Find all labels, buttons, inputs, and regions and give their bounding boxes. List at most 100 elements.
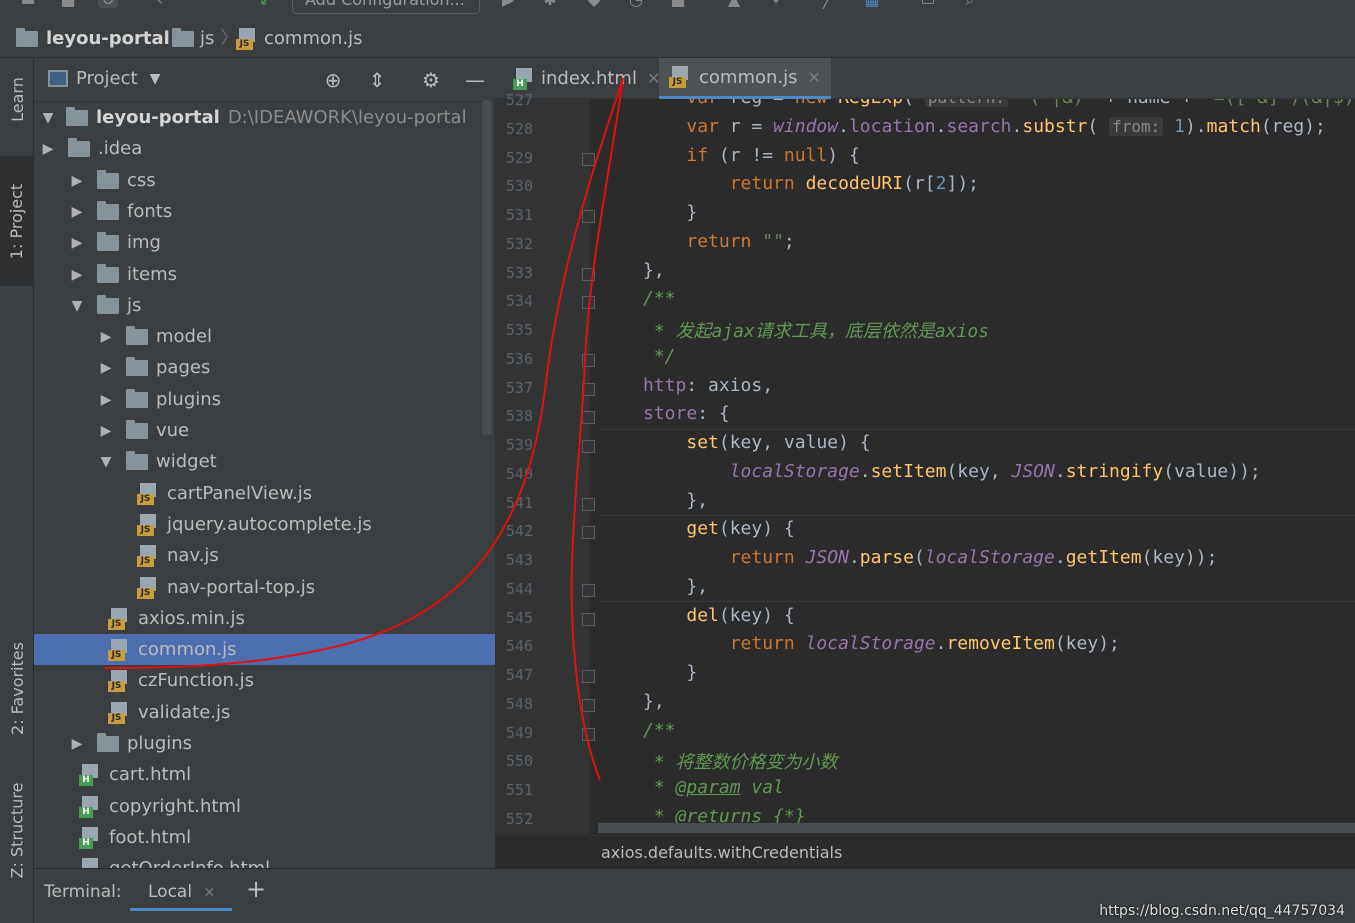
collapse-all-icon[interactable]: ⇕ xyxy=(364,67,390,93)
code-breadcrumb[interactable]: axios.defaults.withCredentials xyxy=(601,843,842,862)
tree-item-js[interactable]: JS common.js xyxy=(34,634,495,665)
expand-arrow-icon[interactable]: ▶ xyxy=(98,360,114,376)
expand-arrow-icon[interactable]: ▼ xyxy=(40,110,56,126)
expand-arrow-icon[interactable]: ▶ xyxy=(69,267,85,283)
breadcrumb-file[interactable]: JS common.js xyxy=(236,20,363,58)
tree-root-path: D:\IDEAWORK\leyou-portal xyxy=(227,107,467,128)
tree-item-minjs[interactable]: JS axios.min.js xyxy=(34,603,495,634)
tree-item-html[interactable]: Hcart.html xyxy=(34,759,495,790)
expand-arrow-icon[interactable]: ▶ xyxy=(98,392,114,408)
tree-item-folder[interactable]: ▶ plugins xyxy=(34,384,495,415)
debug-icon[interactable]: ✱ xyxy=(540,0,560,8)
tree-item-js[interactable]: JS nav-portal-top.js xyxy=(34,572,495,603)
tree-item-folder[interactable]: ▶ img xyxy=(34,227,495,258)
code-line: var reg = new RegExp( pattern: "(^|&)" +… xyxy=(643,99,1355,108)
expand-arrow-icon[interactable]: ▶ xyxy=(69,736,85,752)
tool-tab-project-label: 1: Project xyxy=(7,183,27,259)
watermark: https://blog.csdn.net/qq_44757034 xyxy=(1099,903,1345,919)
breadcrumb-file-label: common.js xyxy=(264,28,363,49)
wrench-icon[interactable]: ╱ xyxy=(818,0,838,8)
code-line: var r = window.location.search.substr( f… xyxy=(686,115,1326,137)
expand-arrow-icon[interactable]: ▼ xyxy=(69,298,85,314)
tree-item-label: nav-portal-top.js xyxy=(167,577,316,598)
new-terminal-plus-icon[interactable]: + xyxy=(246,875,266,903)
run-icon[interactable]: ▶ xyxy=(498,0,518,8)
expand-arrow-icon[interactable]: ▶ xyxy=(98,423,114,439)
open-folder-icon[interactable]: ▬ xyxy=(18,0,38,8)
tree-item-label: vue xyxy=(156,420,190,441)
tree-item-folder[interactable]: ▶ fonts xyxy=(34,196,495,227)
coverage-icon[interactable]: ◆ xyxy=(584,0,604,8)
expand-arrow-icon[interactable]: ▶ xyxy=(69,173,85,189)
tool-tab-project[interactable]: 1: Project xyxy=(0,156,34,286)
expand-arrow-icon[interactable]: ▶ xyxy=(69,235,85,251)
tree-item-folder[interactable]: ▶ items xyxy=(34,259,495,290)
js-file-icon: JS xyxy=(137,482,159,505)
code-line: * 发起ajax请求工具，底层依然是axios xyxy=(643,321,990,342)
tool-tab-favorites[interactable]: 2: Favorites xyxy=(0,618,34,758)
tree-item-html[interactable]: Hcopyright.html xyxy=(34,791,495,822)
tree-item-folder[interactable]: ▶ pages xyxy=(34,352,495,383)
code-line: /** xyxy=(643,288,676,310)
profile-icon[interactable]: ◔ xyxy=(626,0,646,8)
tool-tab-structure[interactable]: Z: Structure xyxy=(0,770,34,890)
expand-arrow-icon[interactable]: ▼ xyxy=(98,454,114,470)
project-tool-window: Project ▼ ⊕ ⇕ ⚙ — ▼ leyou-portal D:\IDEAWO… xyxy=(34,58,495,880)
tool-tab-structure-label: Z: Structure xyxy=(7,782,27,878)
js-file-icon: JS xyxy=(108,638,130,661)
tree-item-folder[interactable]: ▶ .idea xyxy=(34,133,495,164)
close-icon[interactable]: ✕ xyxy=(808,68,821,87)
hide-panel-icon[interactable]: — xyxy=(462,67,488,93)
project-tree-scrollbar[interactable] xyxy=(482,100,492,435)
tree-item-folder[interactable]: ▼ js xyxy=(34,290,495,321)
tree-item-label: model xyxy=(156,326,213,347)
tree-root-row[interactable]: ▼ leyou-portal D:\IDEAWORK\leyou-portal xyxy=(34,102,495,133)
vcs-update-icon[interactable]: ▲ xyxy=(724,0,744,8)
breadcrumb-folder[interactable]: js 〉 xyxy=(172,20,244,58)
project-view-selector[interactable]: Project ▼ xyxy=(48,68,160,89)
terminal-tab-local[interactable]: Local ✕ xyxy=(130,873,232,911)
js-file-icon: JS xyxy=(137,544,159,567)
tool-tab-favorites-label: 2: Favorites xyxy=(7,641,27,735)
code-line: }, xyxy=(643,575,709,597)
tree-item-js[interactable]: JS cartPanelView.js xyxy=(34,478,495,509)
tree-item-html[interactable]: Hfoot.html xyxy=(34,822,495,853)
tree-item-folder[interactable]: ▶ plugins xyxy=(34,728,495,759)
tree-item-js[interactable]: JS jquery.autocomplete.js xyxy=(34,509,495,540)
project-structure-icon[interactable]: ▦ xyxy=(862,0,882,8)
editor-horizontal-scrollbar[interactable] xyxy=(598,823,1355,833)
html-file-icon: H xyxy=(79,795,101,818)
close-icon[interactable]: ✕ xyxy=(203,885,215,901)
code-editor[interactable]: var reg = new RegExp( pattern: "(^|&)" +… xyxy=(495,99,1355,834)
tree-item-label: validate.js xyxy=(138,702,231,723)
folder-icon xyxy=(172,28,194,47)
save-icon[interactable]: ■ xyxy=(58,0,78,8)
search-icon[interactable]: ⌕ xyxy=(960,0,980,8)
tree-item-js[interactable]: JS validate.js xyxy=(34,697,495,728)
tool-tab-learn[interactable]: Learn xyxy=(0,58,34,140)
sync-icon[interactable]: ↻ xyxy=(98,0,118,8)
folder-icon xyxy=(68,137,90,157)
html-file-icon: H xyxy=(513,67,535,90)
gear-icon[interactable]: ⚙ xyxy=(418,67,444,93)
folder-icon xyxy=(97,263,119,283)
tree-item-folder[interactable]: ▼ widget xyxy=(34,446,495,477)
expand-arrow-icon[interactable]: ▶ xyxy=(98,329,114,345)
run-configuration-dropdown[interactable]: Add Configuration... xyxy=(292,0,480,14)
terminal-label: Terminal: xyxy=(44,882,122,902)
expand-arrow-icon[interactable]: ▶ xyxy=(40,141,56,157)
back-icon[interactable]: ‹ xyxy=(150,0,170,8)
tree-item-folder[interactable]: ▶ vue xyxy=(34,415,495,446)
stop-icon[interactable]: ■ xyxy=(668,0,688,8)
project-panel-title: Project xyxy=(76,68,138,89)
tree-item-folder[interactable]: ▶ css xyxy=(34,165,495,196)
vcs-commit-icon[interactable]: ✦ xyxy=(766,0,786,8)
locate-file-icon[interactable]: ⊕ xyxy=(320,67,346,93)
tree-item-folder[interactable]: ▶ model xyxy=(34,321,495,352)
screen-icon[interactable]: ▭ xyxy=(918,0,938,8)
tree-item-js[interactable]: JS czFunction.js xyxy=(34,665,495,696)
tree-item-js[interactable]: JS nav.js xyxy=(34,540,495,571)
tab-common-js[interactable]: JS common.js ✕ xyxy=(659,58,831,99)
build-icon[interactable]: ↙ xyxy=(256,0,276,8)
expand-arrow-icon[interactable]: ▶ xyxy=(69,204,85,220)
